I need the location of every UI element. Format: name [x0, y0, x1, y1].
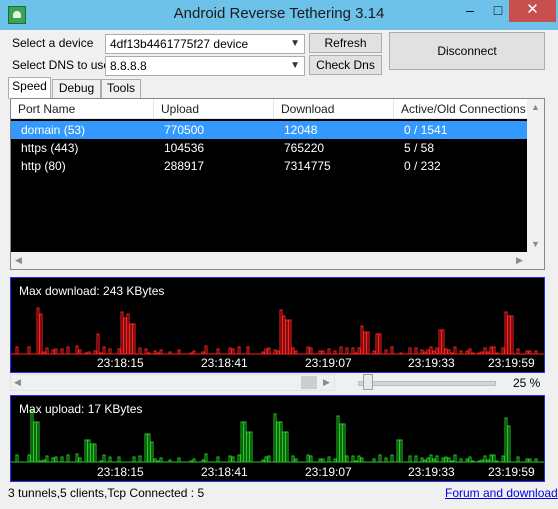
dns-select-value: 8.8.8.8 [110, 59, 147, 73]
chevron-down-icon: ▼ [290, 60, 300, 71]
zoom-slider-thumb[interactable] [363, 374, 373, 390]
table-row[interactable]: https (443) 104536 765220 5 / 58 [11, 139, 528, 157]
device-select[interactable]: 4df13b4461775f27 device ▼ [105, 34, 305, 54]
table-row[interactable]: http (80) 288917 7314775 0 / 232 [11, 157, 528, 175]
cell-port-name: http (80) [21, 159, 66, 173]
cell-connections: 0 / 232 [404, 159, 441, 173]
scroll-thumb[interactable] [301, 376, 317, 389]
forum-download-link[interactable]: Forum and download [445, 486, 558, 500]
cell-upload: 770500 [164, 123, 205, 137]
cell-download: 765220 [284, 141, 325, 155]
upload-graph: Max upload: 17 KBytes 23:18:15 23:18:41 … [10, 395, 545, 482]
upload-tick-label: 23:19:33 [408, 465, 455, 479]
check-dns-button[interactable]: Check Dns [309, 55, 382, 75]
disconnect-button[interactable]: Disconnect [389, 32, 545, 70]
dns-label: Select DNS to use [12, 58, 111, 72]
cell-connections: 5 / 58 [404, 141, 435, 155]
column-header-upload[interactable]: Upload [154, 99, 274, 119]
table-horizontal-scrollbar[interactable]: ◀ ▶ [11, 252, 528, 269]
column-header-port-name[interactable]: Port Name [11, 99, 154, 119]
cell-upload: 104536 [164, 141, 205, 155]
cell-download: 7314775 [284, 159, 331, 173]
download-graph-title: Max download: 243 KBytes [19, 284, 165, 298]
upload-tick-label: 23:18:15 [97, 465, 144, 479]
refresh-button[interactable]: Refresh [309, 33, 382, 53]
scroll-down-icon[interactable]: ▼ [531, 239, 540, 249]
table-vertical-scrollbar[interactable]: ▲ ▼ [527, 99, 544, 252]
graph-horizontal-scrollbar[interactable]: ◀ ▶ [10, 374, 335, 391]
table-header: Port Name Upload Download Active/Old Con… [11, 99, 528, 119]
cell-download: 12048 [284, 123, 318, 137]
scrollbar-corner [527, 252, 544, 269]
device-label: Select a device [12, 36, 94, 50]
column-header-download[interactable]: Download [274, 99, 394, 119]
download-tick-label: 23:18:41 [201, 356, 248, 370]
device-select-value: 4df13b4461775f27 device [110, 37, 249, 51]
download-tick-label: 23:18:15 [97, 356, 144, 370]
zoom-value: 25 % [513, 376, 541, 390]
maximize-button[interactable]: □ [484, 0, 512, 22]
tab-speed[interactable]: Speed [8, 77, 51, 99]
scroll-left-icon[interactable]: ◀ [15, 255, 22, 266]
close-button[interactable]: ✕ [509, 0, 556, 22]
cell-upload: 288917 [164, 159, 205, 173]
scroll-left-icon[interactable]: ◀ [14, 377, 21, 388]
cell-port-name: https (443) [21, 141, 79, 155]
download-tick-label: 23:19:07 [305, 356, 352, 370]
scroll-up-icon[interactable]: ▲ [531, 102, 540, 112]
cell-port-name: domain (53) [21, 123, 86, 137]
ports-table: Port Name Upload Download Active/Old Con… [10, 98, 545, 270]
upload-tick-label: 23:19:59 [488, 465, 535, 479]
download-tick-label: 23:19:33 [408, 356, 455, 370]
upload-tick-label: 23:18:41 [201, 465, 248, 479]
scroll-right-icon[interactable]: ▶ [323, 377, 330, 388]
cell-connections: 0 / 1541 [404, 123, 448, 137]
download-graph: Max download: 243 KBytes 23:18:15 23:18:… [10, 277, 545, 373]
upload-tick-label: 23:19:07 [305, 465, 352, 479]
title-bar: Android Reverse Tethering 3.14 – □ ✕ [0, 0, 558, 30]
status-text: 3 tunnels,5 clients,Tcp Connected : 5 [8, 486, 205, 500]
dns-select[interactable]: 8.8.8.8 ▼ [105, 56, 305, 76]
chevron-down-icon: ▼ [290, 38, 300, 49]
tab-debug[interactable]: Debug [52, 79, 101, 98]
download-tick-label: 23:19:59 [488, 356, 535, 370]
table-row[interactable]: domain (53) 770500 12048 0 / 1541 [11, 121, 528, 139]
zoom-slider-track[interactable] [358, 381, 496, 386]
scroll-right-icon[interactable]: ▶ [516, 255, 523, 266]
upload-graph-title: Max upload: 17 KBytes [19, 402, 143, 416]
minimize-button[interactable]: – [456, 0, 484, 22]
tab-tools[interactable]: Tools [101, 79, 141, 98]
column-header-connections[interactable]: Active/Old Connections [394, 99, 528, 119]
